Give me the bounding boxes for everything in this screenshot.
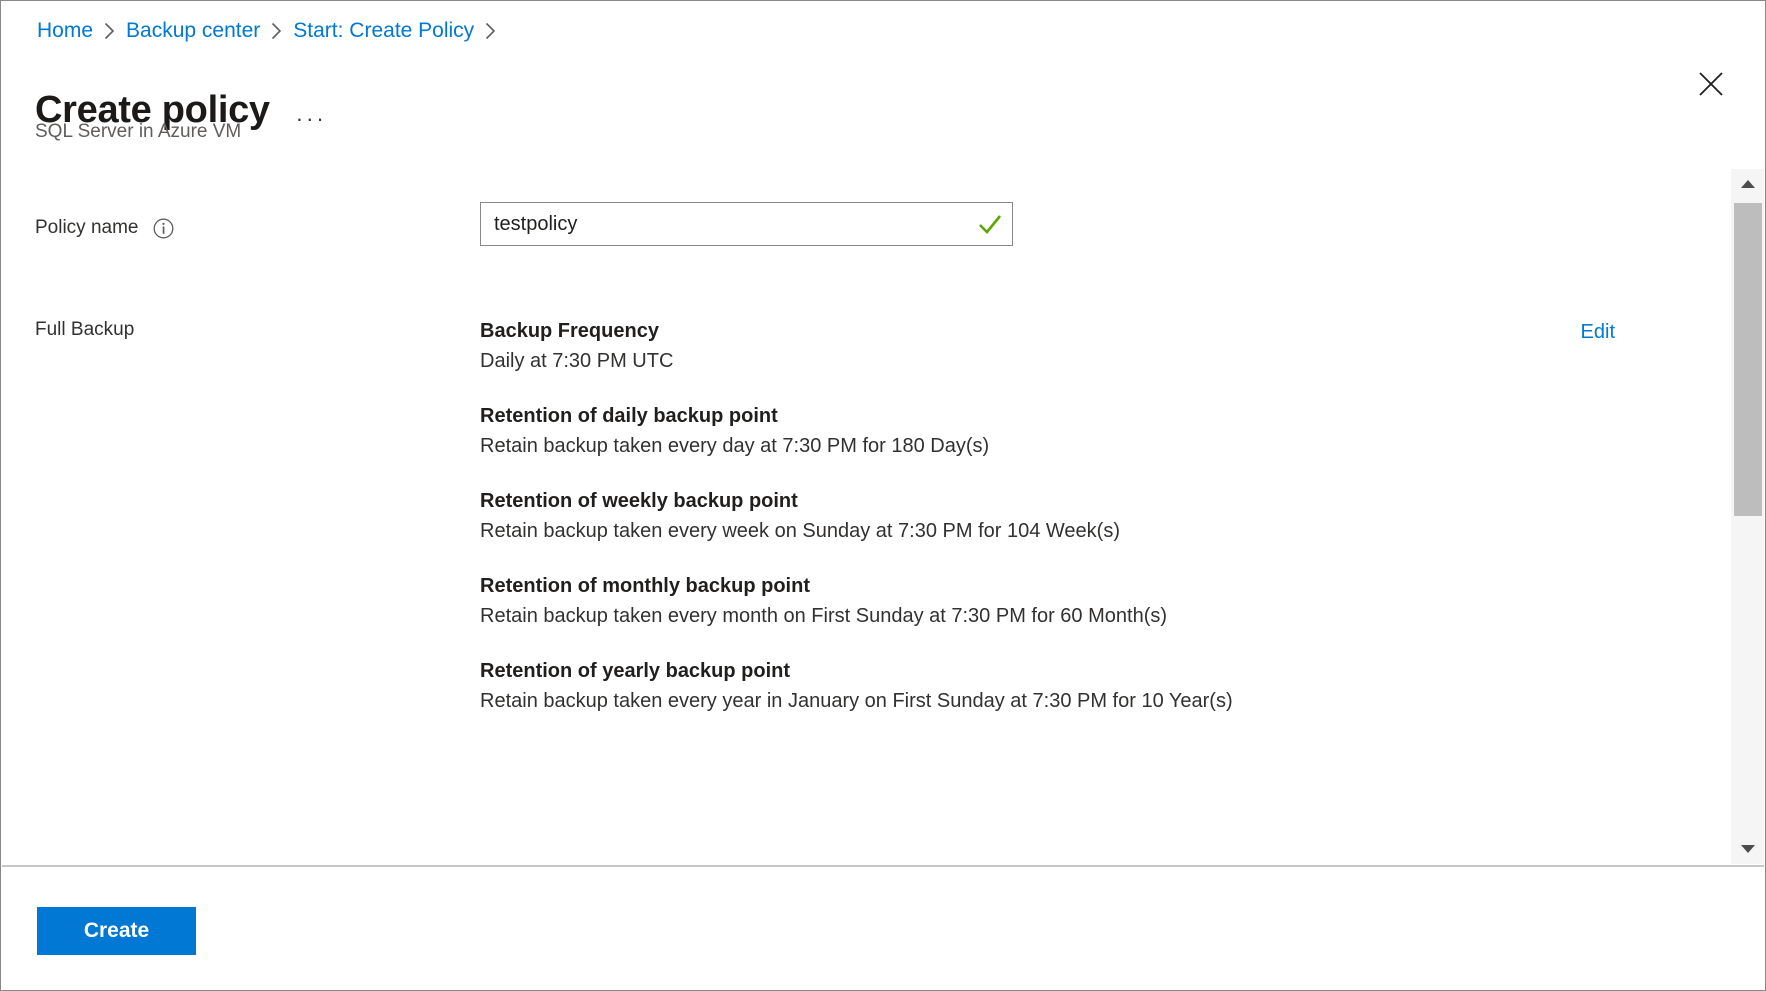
chevron-right-icon [104,22,115,40]
summary-block: Retention of monthly backup point Retain… [480,572,1615,631]
summary-block-title: Retention of weekly backup point [480,487,1615,515]
ellipsis-icon[interactable]: ··· [296,88,327,132]
breadcrumb-item-home[interactable]: Home [37,17,93,45]
scroll-up-button[interactable] [1731,169,1765,199]
vertical-scrollbar[interactable] [1730,169,1764,864]
summary-block-detail: Retain backup taken every year in Januar… [480,686,1615,716]
chevron-right-icon [271,22,282,40]
title-row: Create policy ··· [35,61,327,160]
info-icon[interactable] [153,218,174,239]
scrollbar-thumb[interactable] [1734,203,1762,516]
summary-block: Backup Frequency Daily at 7:30 PM UTC [480,317,1615,376]
breadcrumb-item-start-create-policy[interactable]: Start: Create Policy [293,17,474,45]
close-button[interactable] [1691,64,1731,104]
full-backup-summary: Edit Backup Frequency Daily at 7:30 PM U… [480,317,1615,716]
caret-down-icon [1740,844,1756,854]
scroll-down-button[interactable] [1731,834,1765,864]
summary-block-title: Retention of yearly backup point [480,657,1615,685]
summary-block-title: Retention of monthly backup point [480,572,1615,600]
summary-block: Retention of yearly backup point Retain … [480,657,1615,716]
caret-up-icon [1740,179,1756,189]
page-subtitle: SQL Server in Azure VM [35,119,241,145]
chevron-right-icon [485,22,496,40]
policy-name-input[interactable] [480,202,1013,246]
policy-name-label: Policy name [35,215,139,241]
policy-name-input-wrap [480,202,1013,246]
full-backup-label: Full Backup [35,317,480,343]
summary-block-detail: Retain backup taken every month on First… [480,601,1615,631]
summary-block-detail: Retain backup taken every day at 7:30 PM… [480,431,1615,461]
create-button[interactable]: Create [37,907,196,955]
summary-block: Retention of weekly backup point Retain … [480,487,1615,546]
breadcrumb-item-backup-center[interactable]: Backup center [126,17,260,45]
close-icon [1698,71,1724,97]
summary-block: Retention of daily backup point Retain b… [480,402,1615,461]
create-policy-blade: Home Backup center Start: Create Policy … [0,0,1766,991]
summary-block-title: Backup Frequency [480,317,1615,345]
breadcrumb: Home Backup center Start: Create Policy [37,17,507,45]
summary-block-detail: Daily at 7:30 PM UTC [480,346,1615,376]
blade-footer: Create [2,867,1764,989]
summary-block-detail: Retain backup taken every week on Sunday… [480,516,1615,546]
policy-name-row: Policy name [35,202,1013,246]
policy-name-label-group: Policy name [35,202,480,241]
blade-content: Policy name Full [2,169,1732,864]
edit-full-backup-link[interactable]: Edit [1581,318,1615,346]
full-backup-row: Full Backup Edit Backup Frequency Daily … [35,317,1615,716]
summary-block-title: Retention of daily backup point [480,402,1615,430]
